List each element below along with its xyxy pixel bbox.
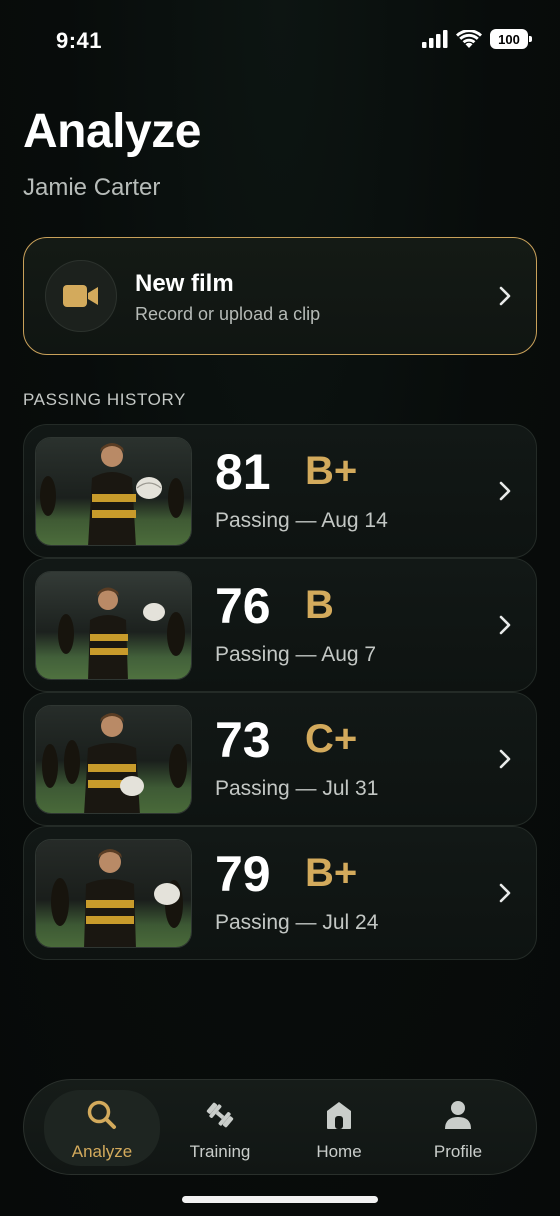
battery-icon: 100	[490, 29, 532, 49]
passing-history-list: 81 B+ Passing — Aug 14 76 B Passing — Au…	[23, 424, 537, 960]
cellular-signal-icon	[422, 30, 448, 48]
score-value: 76	[215, 578, 271, 634]
tab-training[interactable]: Training	[162, 1090, 278, 1166]
status-time: 9:41	[56, 28, 103, 53]
new-film-button[interactable]: New film Record or upload a clip	[23, 237, 537, 355]
wifi-icon	[456, 29, 482, 48]
session-thumbnail	[35, 571, 192, 680]
tab-label: Training	[189, 1142, 251, 1161]
session-label: Passing — Aug 7	[215, 643, 377, 666]
session-thumbnail	[35, 437, 192, 546]
tab-home[interactable]: Home	[281, 1090, 397, 1166]
session-label: Passing — Aug 14	[215, 509, 388, 532]
session-thumbnail	[35, 839, 192, 948]
tab-label: Home	[316, 1142, 362, 1161]
tab-bar: Analyze Training Home Profile	[23, 1079, 537, 1175]
status-icons: 100	[422, 29, 532, 49]
history-item[interactable]: 81 B+ Passing — Aug 14	[23, 424, 537, 558]
person-icon	[441, 1098, 475, 1132]
dumbbell-icon	[203, 1098, 237, 1132]
passing-history-label: PASSING HISTORY	[23, 390, 186, 409]
tab-label: Profile	[433, 1142, 483, 1161]
session-thumbnail	[35, 705, 192, 814]
score-value: 81	[215, 444, 271, 500]
chevron-right-icon	[499, 749, 511, 769]
chevron-right-icon	[499, 481, 511, 501]
status-bar: 9:41 100	[0, 0, 560, 80]
battery-level: 100	[498, 31, 520, 47]
grade-value: B+	[305, 449, 358, 493]
film-icon-container	[45, 260, 117, 332]
new-film-title: New film	[135, 270, 234, 297]
session-label: Passing — Jul 31	[215, 777, 379, 800]
score-value: 73	[215, 712, 271, 768]
page-title: Analyze	[23, 105, 201, 158]
video-camera-icon	[63, 285, 98, 307]
chevron-right-icon	[499, 286, 511, 306]
grade-value: B+	[305, 851, 358, 895]
score-value: 79	[215, 846, 271, 902]
user-name: Jamie Carter	[23, 174, 161, 201]
grade-value: B	[305, 583, 334, 627]
tab-analyze[interactable]: Analyze	[44, 1090, 160, 1166]
new-film-subtitle: Record or upload a clip	[135, 304, 321, 324]
history-item[interactable]: 79 B+ Passing — Jul 24	[23, 826, 537, 960]
home-icon	[322, 1098, 356, 1132]
chevron-right-icon	[499, 883, 511, 903]
chevron-right-icon	[499, 615, 511, 635]
search-icon	[85, 1098, 119, 1132]
history-item[interactable]: 76 B Passing — Aug 7	[23, 558, 537, 692]
history-item[interactable]: 73 C+ Passing — Jul 31	[23, 692, 537, 826]
grade-value: C+	[305, 717, 358, 761]
tab-label: Analyze	[71, 1142, 133, 1161]
session-label: Passing — Jul 24	[215, 911, 379, 934]
tab-profile[interactable]: Profile	[400, 1090, 516, 1166]
home-indicator[interactable]	[182, 1196, 378, 1203]
